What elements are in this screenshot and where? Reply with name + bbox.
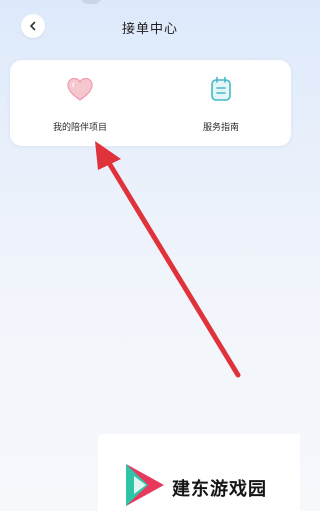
page-title: 接单中心 — [121, 22, 178, 37]
heart-icon — [67, 77, 93, 101]
my-companion-projects-label: 我的陪伴项目 — [52, 123, 107, 133]
entry-card: 我的陪伴项目 服务指南 — [10, 60, 291, 146]
watermark-text: 建东游戏园 — [172, 479, 267, 500]
my-companion-projects-entry[interactable]: 我的陪伴项目 — [10, 60, 150, 146]
header: 接单中心 — [0, 12, 300, 42]
watermark-logo-icon — [126, 464, 164, 506]
service-guide-entry[interactable]: 服务指南 — [151, 60, 291, 146]
notepad-icon — [211, 76, 231, 101]
service-guide-label: 服务指南 — [202, 123, 239, 133]
watermark: 建东游戏园 — [98, 434, 300, 511]
status-bar-fragment — [80, 0, 102, 4]
